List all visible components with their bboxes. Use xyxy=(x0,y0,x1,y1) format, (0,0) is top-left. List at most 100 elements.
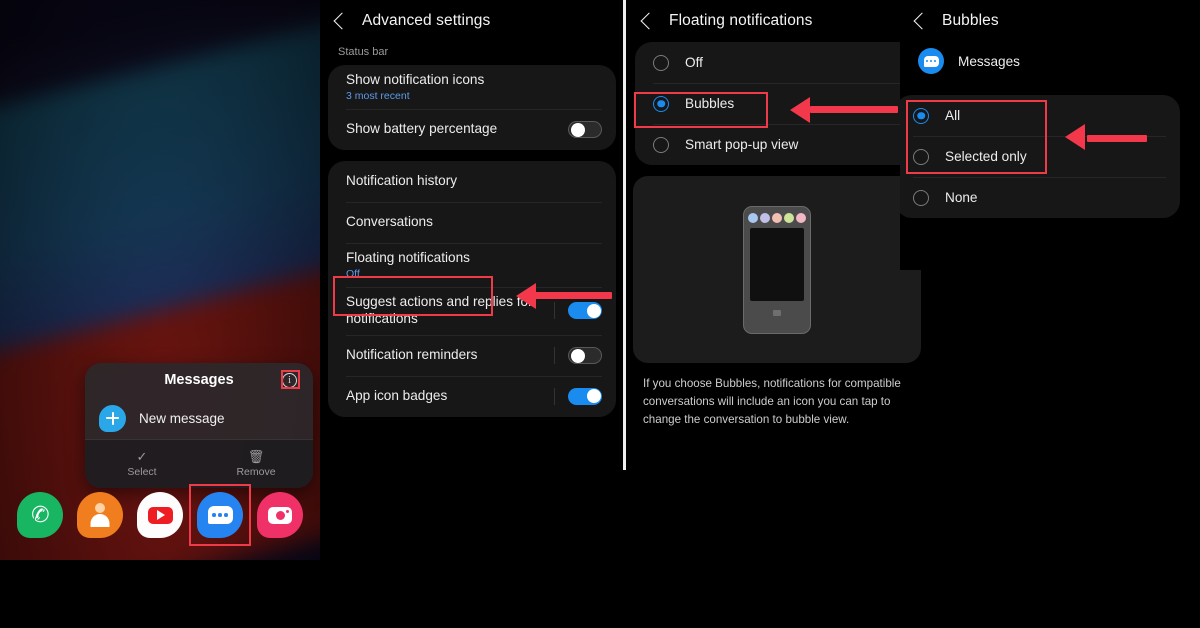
row-title: Show notification icons xyxy=(346,72,485,87)
advanced-settings-title: Advanced settings xyxy=(362,12,491,29)
row-suggest-actions[interactable]: Suggest actions and replies for notifica… xyxy=(328,286,616,335)
bubbles-description-text: If you choose Bubbles, notifications for… xyxy=(643,377,901,426)
youtube-app-icon[interactable] xyxy=(137,492,183,538)
radio-option-selected-only[interactable]: Selected only xyxy=(900,136,1180,177)
bubbles-options-card: All Selected only None xyxy=(900,95,1180,218)
bubbles-preview-illustration xyxy=(633,176,921,363)
radio-option-off[interactable]: Off xyxy=(635,42,919,83)
home-bottom-filler xyxy=(0,560,320,628)
popup-shortcut-label: New message xyxy=(139,410,225,426)
advanced-settings-panel: Advanced settings Status bar Show notifi… xyxy=(320,0,624,470)
contacts-app-icon[interactable] xyxy=(77,492,123,538)
row-subtitle: Off xyxy=(346,267,360,280)
popup-footer: ✓ Select 🗑 Remove xyxy=(85,439,313,488)
home-screen-column: Messages i New message ✓ Select 🗑 Remove xyxy=(0,0,320,560)
app-context-popup: Messages i New message ✓ Select 🗑 Remove xyxy=(85,363,313,488)
dock-slot-camera xyxy=(257,492,303,538)
row-divider xyxy=(554,387,555,405)
plus-icon xyxy=(99,404,126,432)
radio-icon-selected[interactable] xyxy=(653,95,669,112)
bubbles-header: Bubbles xyxy=(900,0,1200,42)
suggest-actions-toggle[interactable] xyxy=(568,302,602,320)
back-arrow-icon[interactable] xyxy=(913,12,931,30)
row-show-battery-percentage[interactable]: Show battery percentage xyxy=(328,108,616,150)
popup-info-highlight-box xyxy=(281,370,300,389)
camera-flash-icon xyxy=(286,509,289,513)
radio-icon[interactable] xyxy=(653,136,669,153)
preview-bubble xyxy=(796,212,806,223)
dock-slot-phone: ✆ xyxy=(17,492,63,538)
radio-icon[interactable] xyxy=(913,189,929,206)
preview-bubble-row xyxy=(748,212,806,223)
row-notification-reminders[interactable]: Notification reminders xyxy=(328,334,616,376)
notification-reminders-toggle[interactable] xyxy=(568,346,602,364)
column-divider xyxy=(623,0,626,470)
preview-bubble xyxy=(760,212,770,223)
row-subtitle: 3 most recent xyxy=(346,89,410,102)
row-divider xyxy=(554,346,555,364)
row-title: Notification reminders xyxy=(346,346,478,362)
row-title: Floating notifications xyxy=(346,249,470,265)
camera-app-icon[interactable] xyxy=(257,492,303,538)
popup-title-row: Messages i xyxy=(85,363,313,397)
app-icon-badges-toggle[interactable] xyxy=(568,387,602,405)
row-floating-notifications[interactable]: Floating notifications Off xyxy=(328,242,616,287)
row-title: Notification history xyxy=(346,172,458,188)
radio-icon-selected[interactable] xyxy=(913,107,929,124)
row-notification-history[interactable]: Notification history xyxy=(328,161,616,202)
radio-option-bubbles[interactable]: Bubbles xyxy=(635,83,919,124)
row-title: App icon badges xyxy=(346,387,448,403)
person-head-icon xyxy=(95,503,105,513)
radio-label: Bubbles xyxy=(685,96,735,111)
dock-slot-messages xyxy=(189,484,251,546)
row-divider xyxy=(554,302,555,320)
back-arrow-icon[interactable] xyxy=(333,12,351,30)
advanced-settings-header: Advanced settings xyxy=(320,0,624,42)
bubbles-panel: Bubbles Messages All Selected only None xyxy=(900,0,1200,270)
dock-slot-contacts xyxy=(77,492,123,538)
notifications-card: Notification history Conversations Float… xyxy=(328,160,616,417)
radio-option-none[interactable]: None xyxy=(900,177,1180,218)
radio-icon[interactable] xyxy=(913,148,929,165)
radio-label: All xyxy=(945,108,961,123)
status-bar-card: Show notification icons 3 most recent Sh… xyxy=(328,65,616,150)
radio-label: Off xyxy=(685,55,703,70)
row-conversations[interactable]: Conversations xyxy=(328,201,616,243)
preview-bubble xyxy=(772,212,782,223)
person-body-icon xyxy=(90,514,110,527)
messages-app-icon xyxy=(918,48,944,74)
popup-app-title: Messages xyxy=(164,372,234,388)
phone-mockup xyxy=(743,205,811,334)
trash-icon: 🗑 xyxy=(247,449,265,464)
screenshot-stage: Messages i New message ✓ Select 🗑 Remove xyxy=(0,0,1200,628)
row-title: Suggest actions and replies for notifica… xyxy=(346,293,533,326)
row-app-icon-badges[interactable]: App icon badges xyxy=(328,375,616,417)
messages-icon-highlight-box xyxy=(189,484,251,546)
radio-label: Selected only xyxy=(945,149,1027,164)
phone-app-icon[interactable]: ✆ xyxy=(17,492,63,538)
popup-select-label: Select xyxy=(127,466,157,478)
preview-bubble xyxy=(748,212,758,223)
popup-remove-label: Remove xyxy=(236,466,276,478)
preview-bubble xyxy=(784,212,794,223)
phone-screen-area xyxy=(750,227,804,301)
youtube-play-icon xyxy=(147,506,173,524)
popup-select-button[interactable]: ✓ Select xyxy=(85,440,199,488)
message-bubble-icon xyxy=(923,55,939,67)
radio-option-smart-popup-view[interactable]: Smart pop-up view xyxy=(635,124,919,165)
home-dock: ✆ xyxy=(0,484,320,546)
play-triangle-icon xyxy=(157,510,165,520)
row-show-notification-icons[interactable]: Show notification icons 3 most recent xyxy=(328,65,616,109)
popup-shortcut-new-message[interactable]: New message xyxy=(85,397,313,439)
popup-remove-button[interactable]: 🗑 Remove xyxy=(199,440,313,488)
show-battery-percentage-toggle[interactable] xyxy=(568,120,602,138)
radio-icon[interactable] xyxy=(653,54,669,71)
bubbles-app-entry[interactable]: Messages xyxy=(900,42,1200,84)
radio-option-all[interactable]: All xyxy=(900,95,1180,136)
back-arrow-icon[interactable] xyxy=(640,12,658,30)
select-check-icon: ✓ xyxy=(136,449,148,464)
camera-lens-icon xyxy=(275,510,285,520)
floating-notifications-panel: Floating notifications Off Bubbles Smart… xyxy=(627,0,927,470)
floating-notifications-header: Floating notifications xyxy=(627,0,927,42)
phone-handset-icon: ✆ xyxy=(29,500,51,529)
